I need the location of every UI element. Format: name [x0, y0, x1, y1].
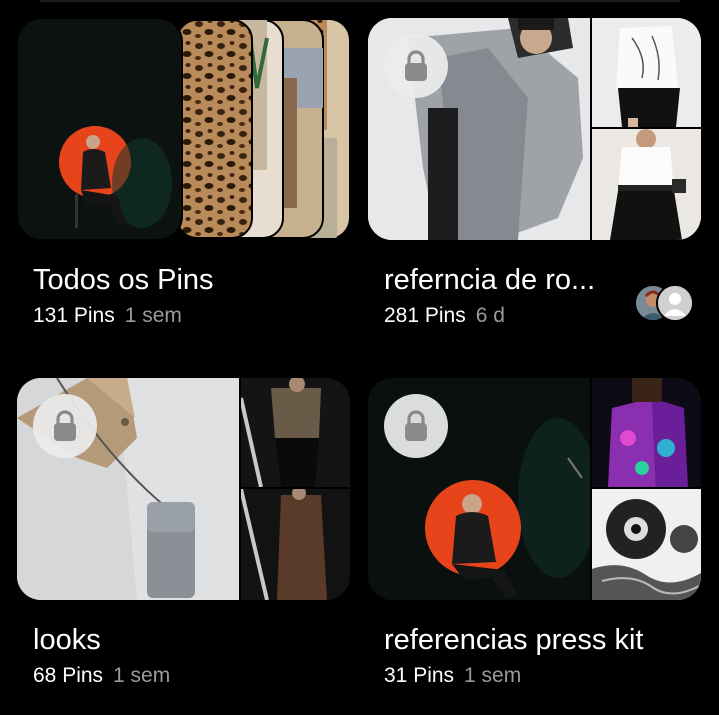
- pin-preview-top-right: [241, 378, 350, 487]
- pin-preview-top-right: [592, 18, 701, 127]
- board-cover[interactable]: [368, 378, 701, 600]
- pin-count: 31 Pins: [384, 664, 455, 687]
- pin-count: 281 Pins: [384, 304, 466, 327]
- collaborator-avatars[interactable]: [634, 284, 694, 322]
- pin-preview-bottom-right: [592, 129, 701, 240]
- lock-icon: [384, 394, 448, 458]
- last-updated: 6 d: [475, 304, 505, 327]
- pin-preview-top-right: [592, 378, 701, 487]
- person-icon: [656, 284, 694, 322]
- board-meta: 281 Pins 6 d: [384, 304, 505, 328]
- board-title: referencias press kit: [384, 624, 644, 656]
- last-updated: 1 sem: [464, 664, 522, 687]
- stacked-pin-previews: [17, 18, 349, 240]
- board-cover[interactable]: [17, 378, 350, 600]
- board-title: referncia de ro...: [384, 264, 596, 296]
- board-cover[interactable]: [368, 18, 701, 240]
- board-meta: 131 Pins 1 sem: [33, 304, 182, 328]
- lock-icon: [384, 34, 448, 98]
- last-updated: 1 sem: [113, 664, 171, 687]
- lock-icon: [33, 394, 97, 458]
- last-updated: 1 sem: [124, 304, 182, 327]
- pin-preview-bottom-right: [592, 489, 701, 600]
- top-divider: [40, 0, 680, 2]
- board-cover-stack[interactable]: [17, 18, 350, 240]
- board-title: looks: [33, 624, 101, 656]
- board-meta: 68 Pins 1 sem: [33, 664, 170, 688]
- board-title: Todos os Pins: [33, 264, 214, 296]
- pin-count: 131 Pins: [33, 304, 115, 327]
- board-meta: 31 Pins 1 sem: [384, 664, 521, 688]
- pin-preview-bottom-right: [241, 489, 350, 600]
- pin-count: 68 Pins: [33, 664, 104, 687]
